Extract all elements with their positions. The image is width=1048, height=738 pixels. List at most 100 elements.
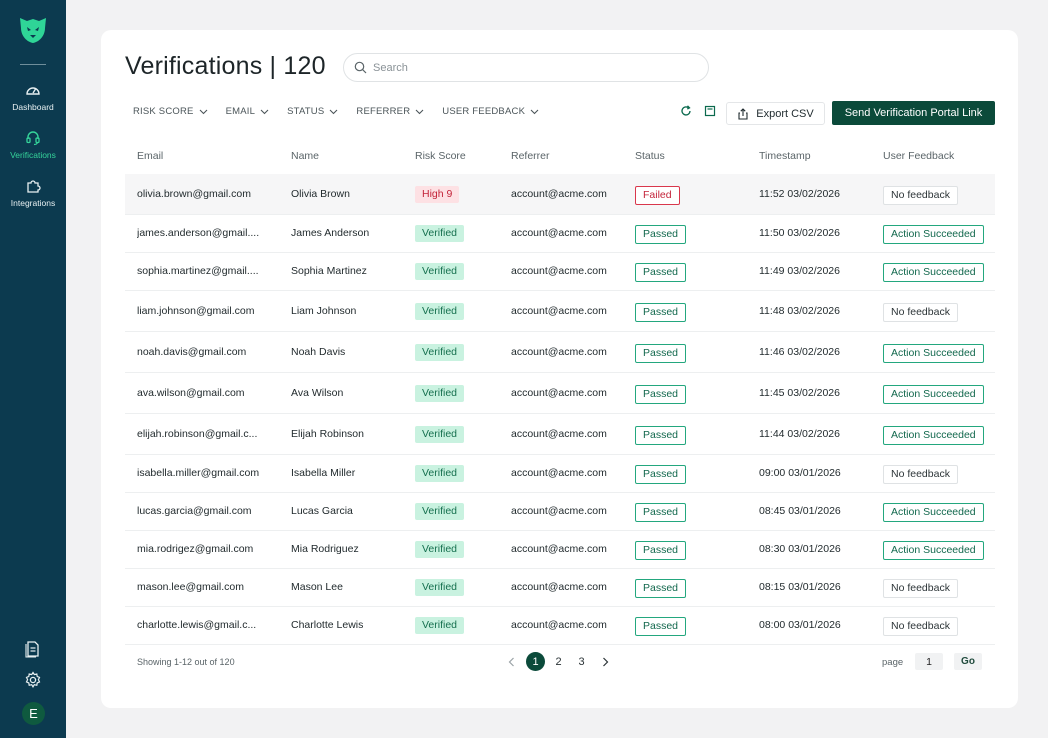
- go-button[interactable]: Go: [954, 653, 982, 670]
- feedback-cell: Action Succeeded: [883, 503, 984, 522]
- column-header-email[interactable]: Email: [137, 150, 163, 162]
- table-row[interactable]: elijah.robinson@gmail.c... Elijah Robinso…: [125, 414, 995, 455]
- chevron-left-icon[interactable]: [506, 656, 518, 668]
- filter-label: REFERRER: [356, 106, 411, 117]
- feedback-badge: Action Succeeded: [883, 503, 984, 522]
- status-cell: Passed: [635, 541, 687, 560]
- column-header-referrer[interactable]: Referrer: [511, 150, 550, 162]
- status-cell: Passed: [635, 579, 687, 598]
- table-row[interactable]: lucas.garcia@gmail.com Lucas Garcia Verifi…: [125, 493, 995, 531]
- avatar[interactable]: E: [22, 702, 45, 725]
- status-badge: Failed: [635, 186, 680, 205]
- column-header-status[interactable]: Status: [635, 150, 665, 162]
- send-verification-link-button[interactable]: Send Verification Portal Link: [832, 101, 995, 125]
- status-cell: Passed: [635, 385, 687, 404]
- sidebar-item-verifications[interactable]: Verifications: [0, 130, 66, 160]
- table-row[interactable]: noah.davis@gmail.com Noah Davis Verified ac…: [125, 332, 995, 373]
- logo-icon[interactable]: [18, 16, 48, 44]
- chevron-down-icon: [330, 109, 338, 115]
- table-row[interactable]: james.anderson@gmail.... James Anderson Ve…: [125, 215, 995, 253]
- feedback-cell: Action Succeeded: [883, 541, 984, 560]
- timestamp-cell: 11:49 03/02/2026: [759, 265, 840, 277]
- risk-score-cell: Verified: [415, 503, 465, 520]
- column-header-user-feedback[interactable]: User Feedback: [883, 150, 954, 162]
- timestamp-cell: 11:48 03/02/2026: [759, 305, 840, 317]
- table-row[interactable]: isabella.miller@gmail.com Isabella Miller…: [125, 455, 995, 493]
- filter-risk-score[interactable]: RISK SCORE: [133, 106, 208, 117]
- table-row[interactable]: ava.wilson@gmail.com Ava Wilson Verified ac…: [125, 373, 995, 414]
- status-badge: Passed: [635, 303, 687, 322]
- name-cell: James Anderson: [291, 227, 370, 239]
- risk-score-cell: Verified: [415, 617, 465, 634]
- risk-score-badge: Verified: [415, 263, 465, 280]
- referrer-cell: account@acme.com: [511, 305, 607, 317]
- table-row[interactable]: sophia.martinez@gmail.... Sophia Martinez…: [125, 253, 995, 291]
- search-box[interactable]: [343, 53, 709, 82]
- status-cell: Passed: [635, 263, 687, 282]
- export-csv-button[interactable]: Export CSV: [726, 102, 825, 125]
- dashboard-icon: [26, 87, 40, 95]
- risk-score-badge: Verified: [415, 385, 465, 402]
- name-cell: Isabella Miller: [291, 467, 356, 479]
- referrer-cell: account@acme.com: [511, 467, 607, 479]
- filter-bar: RISK SCORE EMAIL STATUS REFERRER USER FE…: [133, 106, 557, 117]
- save-icon[interactable]: [703, 104, 717, 118]
- name-cell: Mia Rodriguez: [291, 543, 359, 555]
- referrer-cell: account@acme.com: [511, 387, 607, 399]
- risk-score-cell: Verified: [415, 541, 465, 558]
- column-header-timestamp[interactable]: Timestamp: [759, 150, 811, 162]
- status-badge: Passed: [635, 579, 687, 598]
- table-row[interactable]: olivia.brown@gmail.com Olivia Brown High 9…: [125, 174, 995, 215]
- table-row[interactable]: mia.rodrigez@gmail.com Mia Rodriguez Verif…: [125, 531, 995, 569]
- feedback-cell: No feedback: [883, 186, 958, 205]
- page-number-input[interactable]: [915, 653, 943, 670]
- page-button-3[interactable]: 3: [572, 652, 591, 671]
- sidebar-divider: [20, 64, 46, 65]
- table-row[interactable]: mason.lee@gmail.com Mason Lee Verified acco…: [125, 569, 995, 607]
- email-cell: lucas.garcia@gmail.com: [137, 505, 252, 517]
- export-label: Export CSV: [756, 107, 814, 120]
- status-cell: Passed: [635, 617, 687, 636]
- column-header-name[interactable]: Name: [291, 150, 319, 162]
- name-cell: Mason Lee: [291, 581, 343, 593]
- search-input[interactable]: [373, 61, 673, 74]
- table-row[interactable]: charlotte.lewis@gmail.c... Charlotte Lewi…: [125, 607, 995, 645]
- chevron-down-icon: [260, 109, 269, 115]
- page-button-1[interactable]: 1: [526, 652, 545, 671]
- risk-score-cell: Verified: [415, 579, 465, 596]
- risk-score-badge: High 9: [415, 186, 460, 203]
- feedback-cell: No feedback: [883, 465, 958, 484]
- document-icon[interactable]: [24, 640, 42, 658]
- page-label: page: [882, 657, 904, 668]
- filter-referrer[interactable]: REFERRER: [356, 106, 424, 117]
- filter-label: USER FEEDBACK: [442, 106, 526, 117]
- name-cell: Ava Wilson: [291, 387, 344, 399]
- email-cell: liam.johnson@gmail.com: [137, 305, 255, 317]
- sidebar-item-integrations[interactable]: Integrations: [0, 178, 66, 208]
- referrer-cell: account@acme.com: [511, 581, 607, 593]
- risk-score-badge: Verified: [415, 579, 465, 596]
- feedback-cell: Action Succeeded: [883, 344, 984, 363]
- column-header-risk-score[interactable]: Risk Score: [415, 150, 466, 162]
- headset-icon: [26, 131, 40, 146]
- table-row[interactable]: liam.johnson@gmail.com Liam Johnson Verifi…: [125, 291, 995, 332]
- timestamp-cell: 09:00 03/01/2026: [759, 467, 841, 479]
- filter-user-feedback[interactable]: USER FEEDBACK: [442, 106, 539, 117]
- risk-score-badge: Verified: [415, 541, 465, 558]
- sidebar: Dashboard Verifications Integrations E: [0, 0, 66, 738]
- status-badge: Passed: [635, 344, 687, 363]
- status-cell: Passed: [635, 503, 687, 522]
- chevron-right-icon[interactable]: [599, 656, 611, 668]
- chevron-down-icon: [530, 109, 539, 115]
- feedback-badge: Action Succeeded: [883, 263, 984, 282]
- refresh-icon[interactable]: [679, 104, 693, 118]
- email-cell: elijah.robinson@gmail.c...: [137, 428, 258, 440]
- referrer-cell: account@acme.com: [511, 543, 607, 555]
- page-button-2[interactable]: 2: [549, 652, 568, 671]
- filter-status[interactable]: STATUS: [287, 106, 338, 117]
- showing-count: Showing 1-12 out of 120: [137, 657, 235, 667]
- gear-icon[interactable]: [24, 671, 42, 689]
- sidebar-item-dashboard[interactable]: Dashboard: [0, 82, 66, 112]
- feedback-cell: Action Succeeded: [883, 426, 984, 445]
- filter-email[interactable]: EMAIL: [226, 106, 270, 117]
